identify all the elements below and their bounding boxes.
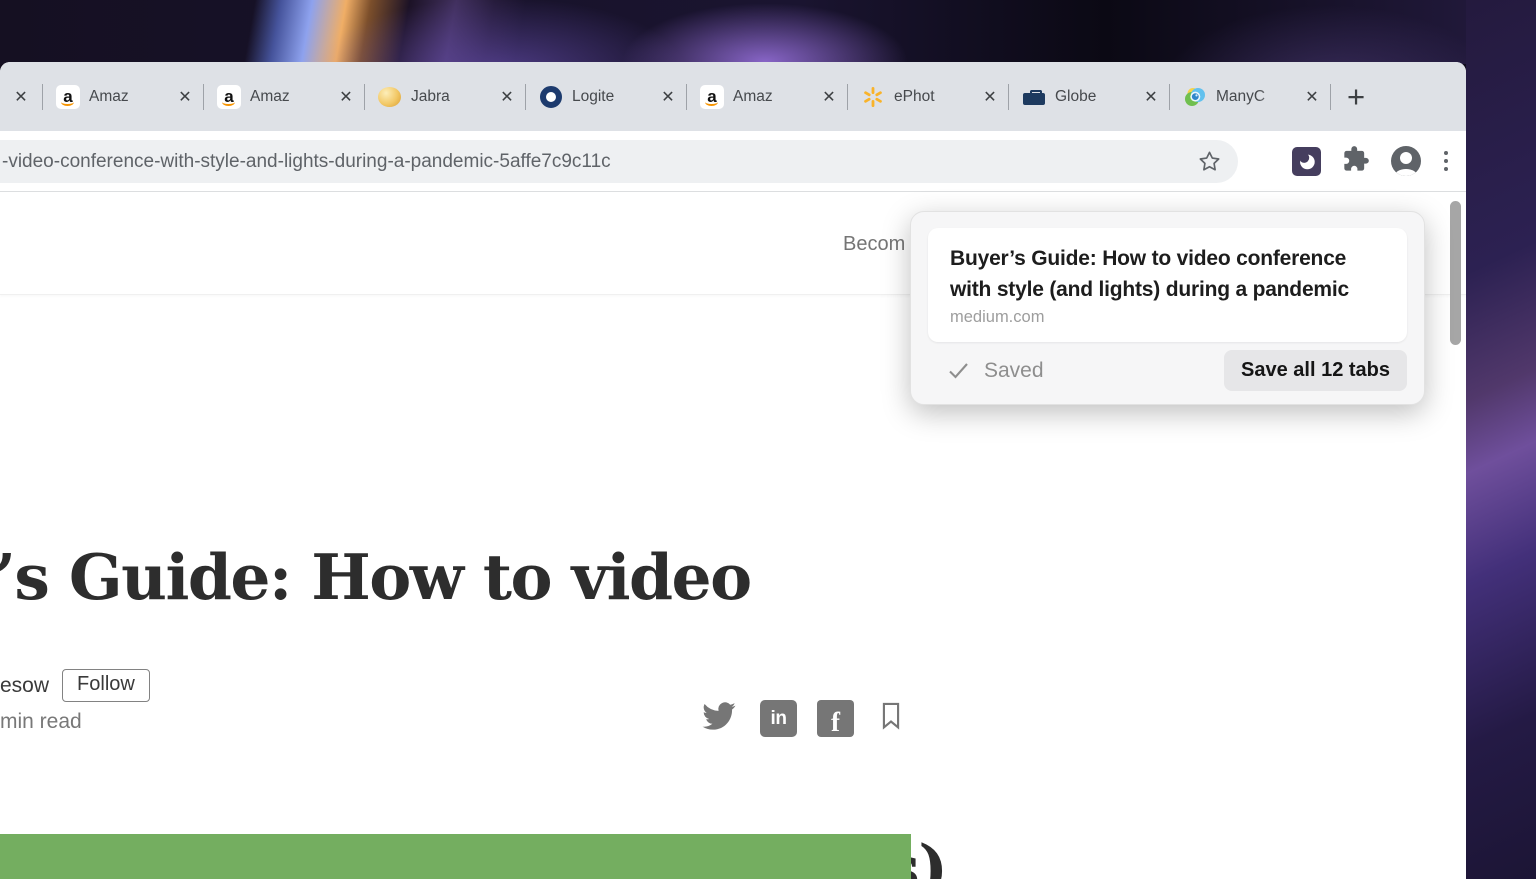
- wallpaper-right-strip: [1466, 0, 1536, 879]
- tab-close-icon[interactable]: ✕: [1300, 87, 1324, 107]
- toolbar-icons: [1292, 131, 1451, 191]
- saved-item-domain: medium.com: [950, 308, 1385, 327]
- tab-close-icon[interactable]: ✕: [656, 87, 680, 107]
- tab-label: Jabra: [411, 88, 486, 106]
- tab-ephoto[interactable]: ePhot ✕: [848, 62, 1008, 131]
- tab-partial-cutoff[interactable]: ✕: [0, 87, 42, 107]
- save-extension-popup: Buyer’s Guide: How to video conference w…: [910, 211, 1425, 405]
- extensions-puzzle-icon[interactable]: [1342, 145, 1370, 178]
- tab-amazon-2[interactable]: a Amaz ✕: [204, 62, 364, 131]
- bookmark-save-icon[interactable]: [874, 696, 908, 741]
- saved-item-card[interactable]: Buyer’s Guide: How to video conference w…: [928, 228, 1407, 342]
- tab-close-icon[interactable]: ✕: [1139, 87, 1163, 107]
- article-hero-green-block: [0, 834, 911, 879]
- tab-jabra[interactable]: Jabra ✕: [365, 62, 525, 131]
- address-bar[interactable]: -video-conference-with-style-and-lights-…: [0, 140, 1238, 183]
- tab-globe[interactable]: Globe ✕: [1009, 62, 1169, 131]
- wallpaper-top-strip: [0, 0, 1536, 64]
- article-title-line-1: ’s Guide: How to video: [0, 529, 947, 626]
- follow-button[interactable]: Follow: [62, 669, 150, 702]
- manycam-favicon: [1183, 85, 1207, 109]
- browser-menu-icon[interactable]: [1442, 149, 1451, 174]
- briefcase-favicon: [1022, 85, 1046, 109]
- popup-footer: Saved Save all 12 tabs: [945, 350, 1407, 391]
- tab-label: Amaz: [733, 88, 808, 106]
- browser-toolbar: -video-conference-with-style-and-lights-…: [0, 131, 1466, 192]
- tab-label: Amaz: [250, 88, 325, 106]
- tab-close-icon[interactable]: ✕: [334, 87, 358, 107]
- new-tab-button[interactable]: +: [1347, 81, 1365, 112]
- browser-window: ✕ a Amaz ✕ a Amaz ✕ Jabra ✕ Logite ✕ a: [0, 62, 1466, 879]
- author-row: esow Follow: [0, 669, 150, 702]
- tab-label: ePhot: [894, 88, 969, 106]
- saved-label: Saved: [984, 359, 1044, 383]
- bookmark-star-icon[interactable]: [1197, 149, 1222, 179]
- save-extension-icon[interactable]: [1292, 147, 1321, 176]
- tab-separator: [1330, 84, 1331, 110]
- url-text: -video-conference-with-style-and-lights-…: [2, 151, 611, 173]
- profile-avatar-icon[interactable]: [1391, 146, 1421, 176]
- check-icon: [945, 359, 972, 383]
- saved-status: Saved: [945, 359, 1044, 383]
- become-member-link[interactable]: Becom: [843, 233, 905, 256]
- tab-strip: ✕ a Amaz ✕ a Amaz ✕ Jabra ✕ Logite ✕ a: [0, 62, 1466, 131]
- facebook-icon[interactable]: f: [817, 700, 854, 737]
- article-title: ’s Guide: How to video rence with style …: [0, 335, 947, 879]
- linkedin-icon[interactable]: in: [760, 700, 797, 737]
- amazon-favicon: a: [56, 85, 80, 109]
- tab-manycam[interactable]: ManyC ✕: [1170, 62, 1330, 131]
- logitech-favicon: [539, 85, 563, 109]
- amazon-favicon: a: [217, 85, 241, 109]
- tab-amazon-1[interactable]: a Amaz ✕: [43, 62, 203, 131]
- tab-label: ManyC: [1216, 88, 1291, 106]
- saved-item-title: Buyer’s Guide: How to video conference w…: [950, 243, 1385, 305]
- tab-close-icon[interactable]: ✕: [9, 87, 33, 107]
- tab-label: Globe: [1055, 88, 1130, 106]
- tab-label: Logite: [572, 88, 647, 106]
- tab-close-icon[interactable]: ✕: [817, 87, 841, 107]
- save-all-tabs-button[interactable]: Save all 12 tabs: [1224, 350, 1407, 391]
- tab-label: Amaz: [89, 88, 164, 106]
- read-time-label: min read: [0, 710, 82, 734]
- tab-close-icon[interactable]: ✕: [173, 87, 197, 107]
- tab-amazon-3[interactable]: a Amaz ✕: [687, 62, 847, 131]
- tab-close-icon[interactable]: ✕: [978, 87, 1002, 107]
- author-name[interactable]: esow: [0, 674, 49, 698]
- twitter-icon[interactable]: [698, 698, 740, 739]
- jabra-favicon: [378, 85, 402, 109]
- tab-logitech[interactable]: Logite ✕: [526, 62, 686, 131]
- page-scrollbar-thumb[interactable]: [1450, 201, 1461, 345]
- share-icons: in f: [698, 696, 908, 741]
- walmart-spark-favicon: [861, 85, 885, 109]
- amazon-favicon: a: [700, 85, 724, 109]
- tab-close-icon[interactable]: ✕: [495, 87, 519, 107]
